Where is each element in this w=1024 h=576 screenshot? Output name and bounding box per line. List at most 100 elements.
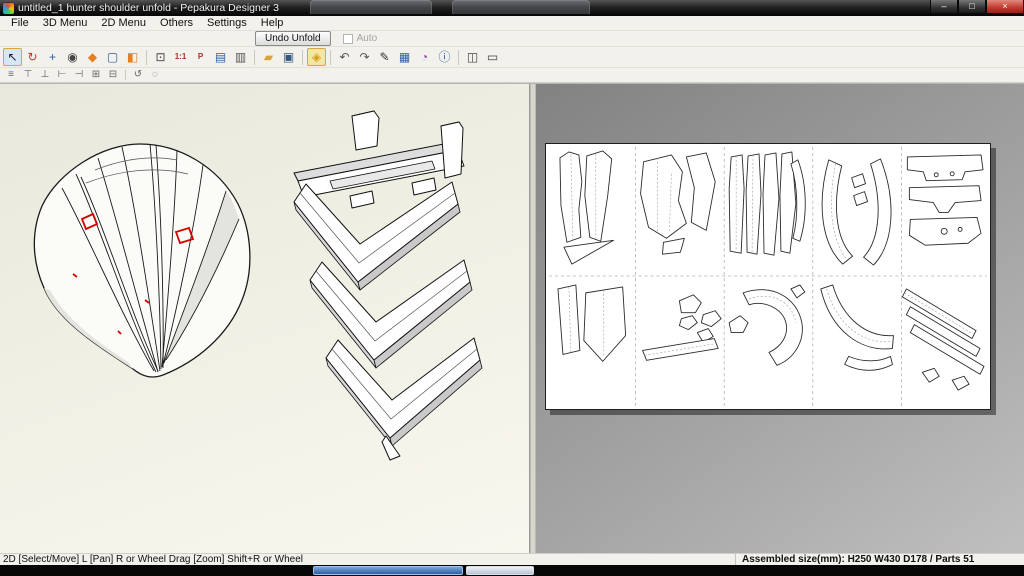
chevron-model[interactable]	[293, 110, 483, 461]
background-window-tab[interactable]	[310, 0, 432, 14]
pattern-piece	[863, 158, 892, 266]
pepakura-window: untitled_1 hunter shoulder unfold - Pepa…	[0, 0, 1024, 576]
pattern-canvas[interactable]	[546, 144, 990, 409]
zoom-one-to-one-icon[interactable]: 1:1	[171, 48, 190, 66]
rotate-part-icon[interactable]: ↺	[130, 69, 146, 82]
select-tool-icon[interactable]: ↖	[3, 48, 22, 66]
toolbar-separator	[302, 49, 303, 65]
menu-file[interactable]: File	[4, 16, 36, 30]
status-hint: 2D [Select/Move] L [Pan] R or Wheel Drag…	[3, 554, 304, 565]
window-layout-single-icon[interactable]: ▭	[483, 48, 502, 66]
align-left-icon[interactable]: ⊢	[54, 69, 70, 82]
menu-others[interactable]: Others	[153, 16, 200, 30]
pattern-piece	[700, 310, 722, 328]
box-select-tool-icon[interactable]: ▢	[103, 48, 122, 66]
pattern-piece	[678, 294, 702, 314]
assembled-size-status: Assembled size(mm): H250 W430 D178 / Par…	[735, 554, 1024, 565]
background-window-tab[interactable]	[452, 0, 590, 14]
unfold-bar: Undo Unfold Auto	[0, 31, 1024, 47]
pattern-piece	[951, 375, 970, 391]
pattern-piece	[790, 284, 806, 299]
align-bottom-icon[interactable]: ⊥	[37, 69, 53, 82]
minimize-button[interactable]: –	[930, 0, 958, 14]
taskbar	[0, 565, 1024, 576]
join-edges-icon[interactable]: ⊟	[105, 69, 121, 82]
main-content	[0, 83, 1024, 553]
pattern-piece	[853, 191, 868, 206]
pattern-piece	[762, 152, 780, 256]
grid-display-icon[interactable]: ▦	[395, 48, 414, 66]
menu-settings[interactable]: Settings	[200, 16, 254, 30]
edge-flag-tool-icon[interactable]: ◆	[83, 48, 102, 66]
window-title: untitled_1 hunter shoulder unfold - Pepa…	[18, 2, 279, 14]
pattern-piece	[844, 355, 893, 371]
check-parts-icon[interactable]: ◌	[147, 69, 163, 82]
print-preview-icon[interactable]: P	[191, 48, 210, 66]
menu-2d-menu[interactable]: 2D Menu	[94, 16, 153, 30]
redo-icon[interactable]: ↷	[355, 48, 374, 66]
align-top-icon[interactable]: ⊤	[20, 69, 36, 82]
distribute-parts-icon[interactable]: ⊞	[88, 69, 104, 82]
pattern-piece	[908, 216, 982, 246]
pattern-piece	[742, 289, 803, 366]
pattern-piece	[584, 150, 613, 242]
pattern-piece	[908, 185, 982, 213]
page-setup-icon[interactable]: ▥	[231, 48, 250, 66]
toolbar-separator	[146, 49, 147, 65]
maximize-button[interactable]: □	[958, 0, 986, 14]
open-file-icon[interactable]: ▰	[259, 48, 278, 66]
texture-display-icon[interactable]: ▤	[211, 48, 230, 66]
toolbar-separator	[458, 49, 459, 65]
pattern-piece	[745, 153, 762, 255]
auto-checkbox-label: Auto	[356, 33, 378, 44]
toolbar-separator	[330, 49, 331, 65]
menu-3d-menu[interactable]: 3D Menu	[36, 16, 95, 30]
arrange-parts-icon[interactable]: ≡	[3, 69, 19, 82]
pattern-piece	[559, 151, 583, 243]
shoulder-dome-model[interactable]	[33, 143, 251, 378]
pattern-piece	[640, 154, 687, 239]
pattern-piece	[662, 237, 685, 255]
pattern-piece	[728, 315, 749, 334]
info-icon[interactable]: ⓘ	[435, 48, 454, 66]
pattern-piece	[685, 152, 716, 231]
statusbar: 2D [Select/Move] L [Pan] R or Wheel Drag…	[0, 553, 1024, 565]
app-icon	[3, 2, 14, 14]
fit-view-icon[interactable]: ⊡	[151, 48, 170, 66]
auto-checkbox[interactable]	[342, 33, 353, 44]
undo-unfold-button[interactable]: Undo Unfold	[255, 31, 331, 46]
pattern-page	[545, 143, 991, 410]
save-file-icon[interactable]: ▣	[279, 48, 298, 66]
undo-icon[interactable]: ↶	[335, 48, 354, 66]
menu-help[interactable]: Help	[254, 16, 291, 30]
pattern-piece	[728, 154, 745, 254]
pattern-piece	[678, 315, 698, 331]
close-button[interactable]: ×	[986, 0, 1024, 14]
3d-view[interactable]	[0, 84, 530, 553]
taskbar-item[interactable]	[466, 566, 534, 575]
pattern-piece	[821, 159, 854, 265]
pattern-piece	[583, 286, 627, 362]
align-right-icon[interactable]: ⊣	[71, 69, 87, 82]
toolbar-separator	[254, 49, 255, 65]
pattern-pieces[interactable]	[557, 150, 985, 391]
pattern-piece	[921, 367, 940, 383]
unfold-icon[interactable]: ◈	[307, 48, 326, 66]
divide-edge-tool-icon[interactable]: ◧	[123, 48, 142, 66]
material-settings-icon[interactable]: ◔	[415, 48, 434, 66]
pattern-piece	[851, 173, 867, 189]
pan-tool-icon[interactable]: +	[43, 48, 62, 66]
2d-view[interactable]	[536, 84, 1024, 553]
window-controls: – □ ×	[930, 0, 1024, 14]
taskbar-item[interactable]	[313, 566, 463, 575]
pen-tool-icon[interactable]: ✎	[375, 48, 394, 66]
pattern-piece	[906, 154, 984, 182]
zoom-tool-icon[interactable]: ◉	[63, 48, 82, 66]
3d-model-canvas[interactable]	[0, 84, 530, 554]
menubar: File 3D Menu 2D Menu Others Settings Help	[0, 16, 1024, 31]
pattern-piece	[563, 239, 615, 265]
secondary-toolbar: ≡ ⊤ ⊥ ⊢ ⊣ ⊞ ⊟ ↺ ◌	[0, 68, 1024, 83]
main-toolbar: ↖ ↻ + ◉ ◆ ▢ ◧ ⊡ 1:1 P ▤ ▥ ▰ ▣ ◈ ↶ ↷ ✎ ▦ ◔ ⓘ ◫ ▭	[0, 47, 1024, 68]
window-layout-split-icon[interactable]: ◫	[463, 48, 482, 66]
rotate-tool-icon[interactable]: ↻	[23, 48, 42, 66]
